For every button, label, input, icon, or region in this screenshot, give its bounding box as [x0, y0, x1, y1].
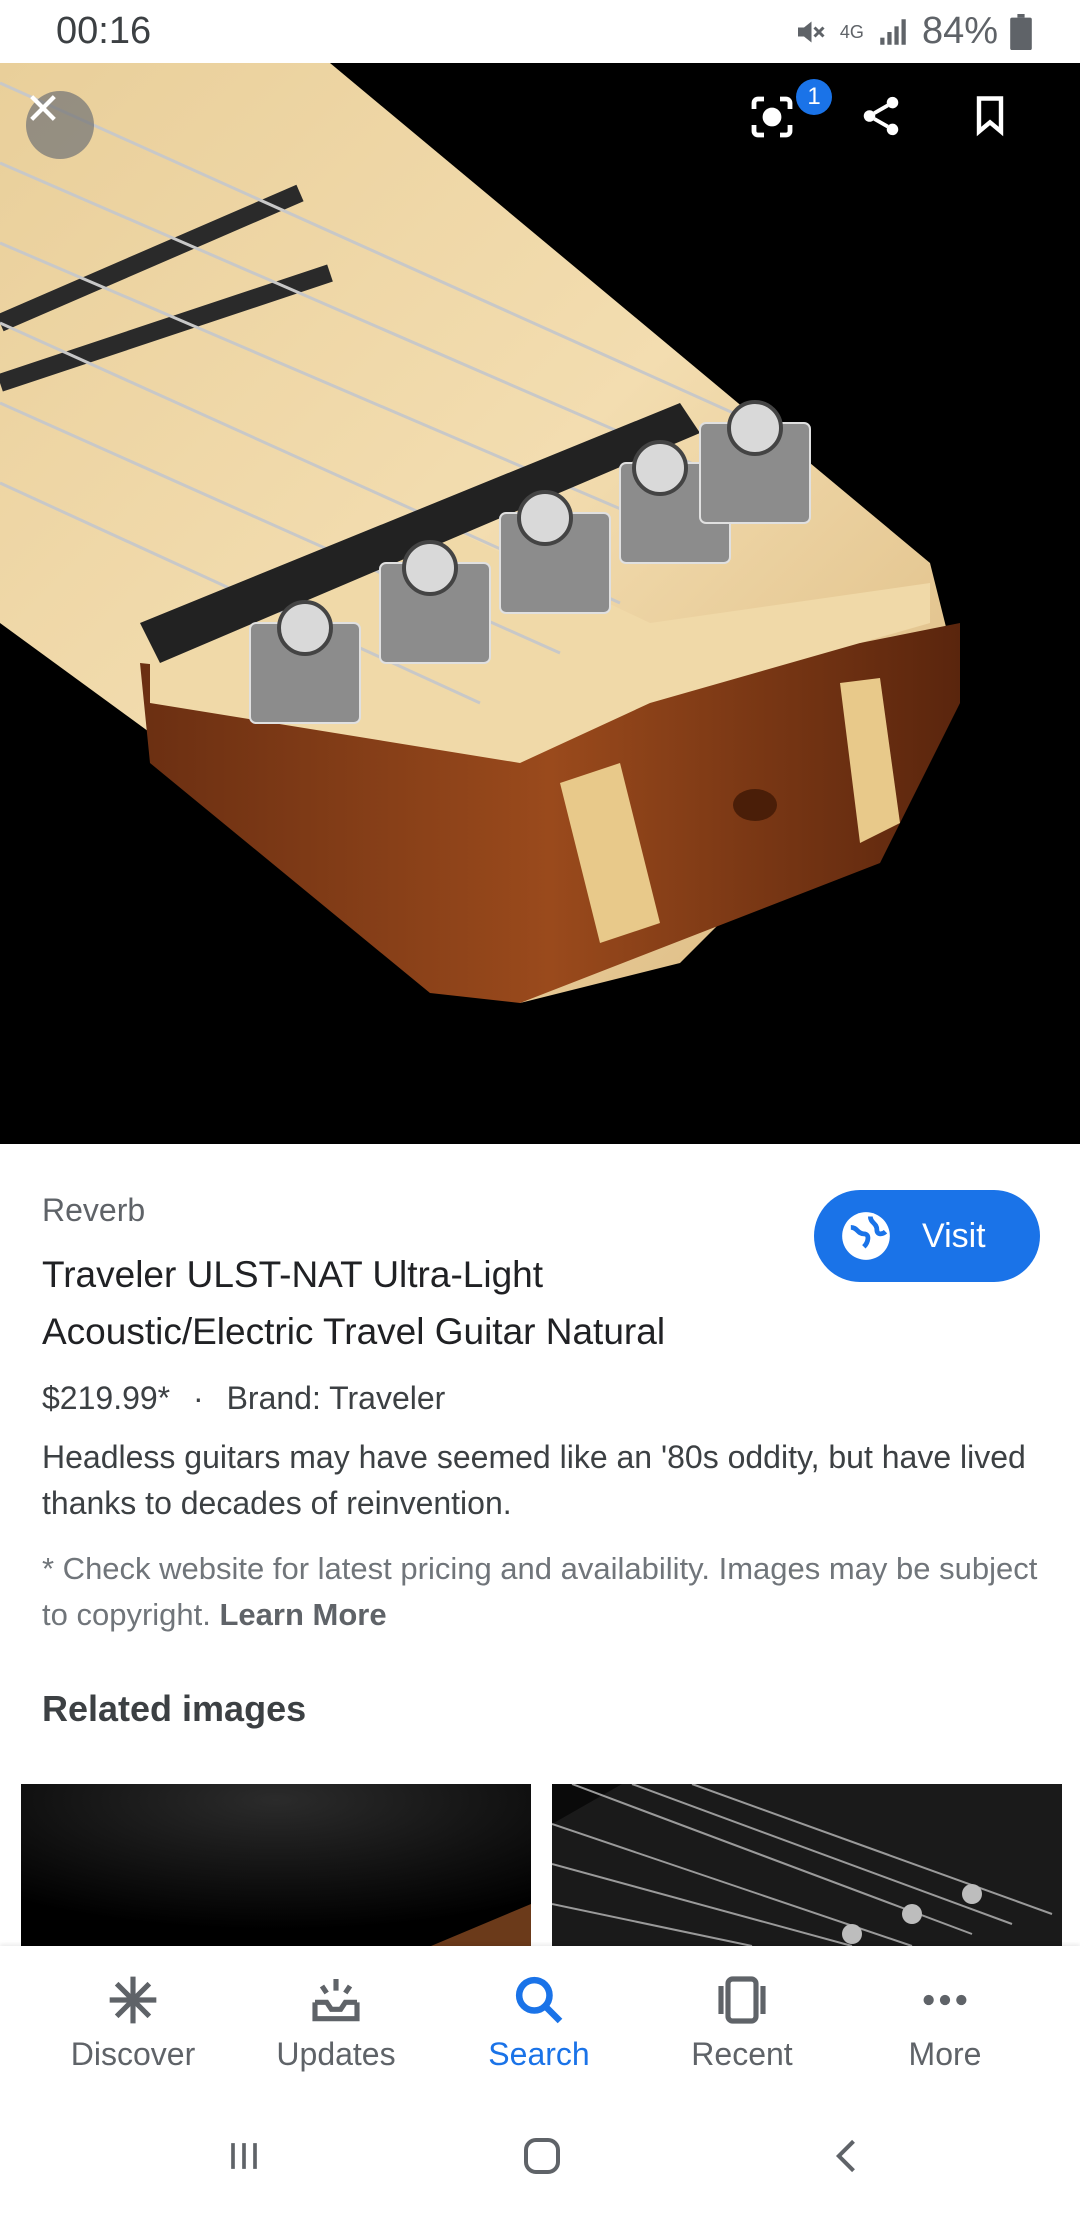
nav-search[interactable]: Search	[434, 1946, 644, 2094]
system-navigation-bar	[0, 2094, 1080, 2220]
related-images-heading: Related images	[42, 1688, 307, 1729]
nav-label: Recent	[691, 2036, 793, 2072]
battery-icon	[1010, 13, 1032, 50]
nav-label: Updates	[276, 2036, 396, 2072]
disclaimer: * Check website for latest pricing and a…	[42, 1546, 1042, 1638]
lens-icon	[751, 96, 793, 138]
visit-label: Visit	[922, 1216, 986, 1255]
globe-icon	[842, 1212, 890, 1260]
source-name[interactable]: Reverb	[42, 1192, 145, 1229]
nav-updates[interactable]: Updates	[231, 1946, 441, 2094]
bookmark-button[interactable]	[968, 93, 1034, 159]
close-button[interactable]	[26, 91, 94, 159]
learn-more-link[interactable]: Learn More	[220, 1597, 387, 1632]
signal-icon	[880, 18, 906, 45]
search-icon	[515, 1976, 563, 2024]
nav-recent[interactable]: Recent	[637, 1946, 847, 2094]
nav-label: Discover	[70, 2036, 196, 2072]
status-time: 00:16	[56, 10, 152, 52]
related-photo-2	[552, 1784, 1062, 1946]
status-bar: 00:16 4G 84%	[0, 0, 1080, 63]
guitar-headstock-photo	[0, 63, 1080, 1144]
close-icon	[30, 95, 56, 121]
result-description: Headless guitars may have seemed like an…	[42, 1439, 1026, 1521]
bookmark-icon	[976, 96, 1004, 137]
nav-more[interactable]: More	[840, 1946, 1050, 2094]
status-icons: 4G 84%	[792, 10, 1032, 53]
share-button[interactable]	[858, 93, 924, 159]
battery-percent: 84%	[921, 10, 998, 52]
result-meta: $219.99* · Brand: Traveler	[42, 1380, 445, 1417]
brand: Brand: Traveler	[226, 1380, 446, 1416]
result-title[interactable]: Traveler ULST-NAT Ultra-Light Acoustic/E…	[42, 1246, 802, 1360]
network-type: 4G	[839, 21, 864, 42]
meta-separator: ·	[193, 1380, 204, 1416]
price: $219.99*	[42, 1380, 171, 1416]
asterisk-icon	[109, 1976, 157, 2024]
share-icon	[863, 96, 899, 136]
mute-icon	[797, 21, 825, 42]
inbox-updates-icon	[312, 1979, 360, 2022]
nav-discover[interactable]: Discover	[28, 1946, 238, 2094]
back-icon[interactable]	[826, 2134, 870, 2178]
bottom-navigation: Discover Updates Search Recent More	[0, 1946, 1080, 2096]
more-dots-icon	[923, 1994, 967, 2006]
nav-label: Search	[488, 2036, 590, 2072]
home-icon[interactable]	[518, 2132, 566, 2180]
related-image-1[interactable]	[21, 1784, 531, 1946]
related-image-2[interactable]	[552, 1784, 1062, 1946]
recents-icon[interactable]	[222, 2134, 266, 2178]
lens-badge: 1	[796, 79, 832, 115]
product-image[interactable]: 1	[0, 63, 1080, 1144]
visit-button[interactable]: Visit	[814, 1190, 1040, 1282]
disclaimer-text: * Check website for latest pricing and a…	[42, 1551, 1038, 1632]
related-photo-1	[21, 1784, 531, 1946]
nav-label: More	[908, 2036, 982, 2072]
recent-cards-icon	[718, 1976, 766, 2024]
